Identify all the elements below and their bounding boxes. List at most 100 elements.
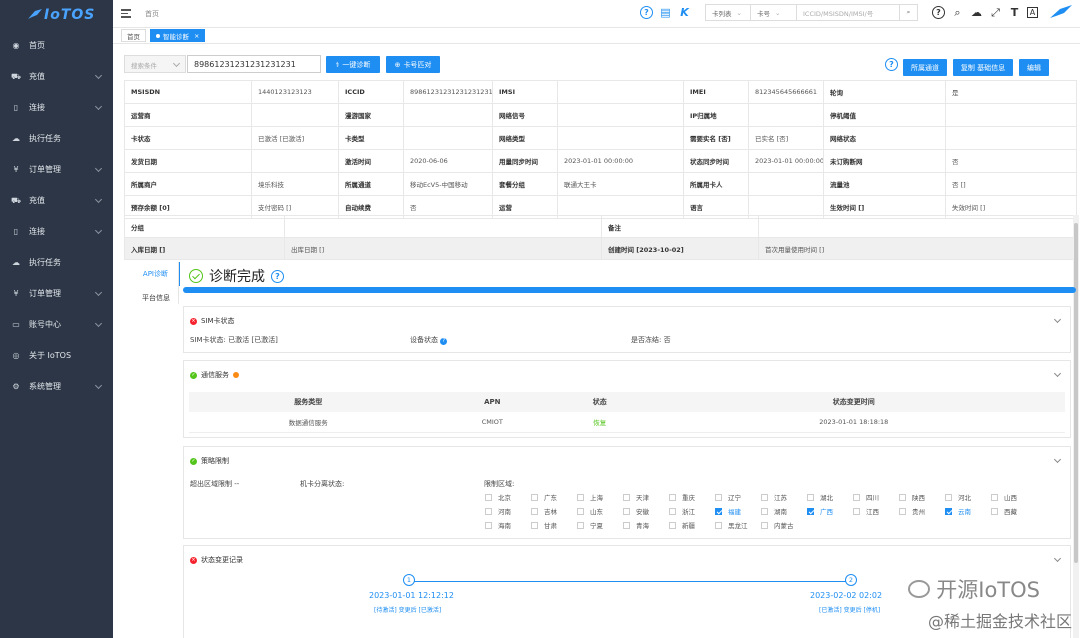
region-checkbox[interactable]: 天津 [623,492,669,502]
question-icon[interactable]: ? [932,6,945,19]
checkbox-icon[interactable] [853,507,860,515]
checkbox-icon[interactable] [669,507,676,515]
region-checkbox[interactable]: 浙江 [669,506,715,516]
checkbox-icon[interactable] [623,493,630,501]
chevron-down-icon[interactable] [1053,369,1062,378]
close-icon[interactable]: × [194,32,199,40]
checkbox-icon[interactable] [485,493,492,501]
region-checkbox[interactable]: 湖南 [761,506,807,516]
checkbox-icon[interactable] [945,493,952,501]
region-checkbox[interactable]: 广东 [531,492,577,502]
checkbox-icon[interactable] [761,521,768,529]
checkbox-icon[interactable] [899,507,906,515]
region-checkbox[interactable]: 黑龙江 [715,520,761,530]
help-icon[interactable]: ? [271,269,284,283]
sidebar-item[interactable]: ⛟ 充值 [0,185,113,216]
checkbox-checked-icon[interactable] [715,507,722,515]
checkbox-icon[interactable] [807,493,814,501]
panel-header[interactable]: × SIM卡状态 [190,316,235,326]
sidebar-item[interactable]: ☁ 执行任务 [0,247,113,278]
region-checkbox[interactable]: 上海 [577,492,623,502]
region-checkbox[interactable]: 西藏 [991,506,1037,516]
sidebar-item[interactable]: ⚙ 系统管理 [0,371,113,402]
region-checkbox[interactable]: 贵州 [899,506,945,516]
one-key-diagnose-button[interactable]: ⚕ 一键诊断 [326,56,380,73]
side-tab-platform[interactable]: 平台信息 [124,286,180,310]
scrollbar[interactable] [1073,215,1079,638]
checkbox-icon[interactable] [853,493,860,501]
region-checkbox[interactable]: 山西 [991,492,1037,502]
checkbox-icon[interactable] [991,507,998,515]
chevron-down-icon[interactable] [1053,315,1062,324]
checkbox-icon[interactable] [531,493,538,501]
document-icon[interactable]: ▤ [659,6,672,19]
scrollbar-thumb[interactable] [1074,223,1078,563]
breadcrumb[interactable]: 首页 [145,9,159,19]
checkbox-icon[interactable] [715,493,722,501]
checkbox-icon[interactable] [577,521,584,529]
sidebar-item[interactable]: ◎ 关于 IoTOS [0,340,113,371]
sidebar-item[interactable]: ◉ 首页 [0,30,113,61]
tab-home[interactable]: 首页 [121,29,146,42]
checkbox-icon[interactable] [899,493,906,501]
translate-icon[interactable]: A [1027,7,1038,18]
k-brand-icon[interactable]: K [678,6,691,19]
region-checkbox[interactable]: 甘肃 [531,520,577,530]
text-size-icon[interactable]: T [1008,6,1021,19]
region-checkbox[interactable]: 新疆 [669,520,715,530]
checkbox-icon[interactable] [485,507,492,515]
search-button[interactable]: ⌕ [900,4,918,21]
region-checkbox[interactable]: 重庆 [669,492,715,502]
region-checkbox[interactable]: 河南 [485,506,531,516]
checkbox-icon[interactable] [669,521,676,529]
checkbox-icon[interactable] [623,507,630,515]
checkbox-icon[interactable] [577,507,584,515]
region-checkbox[interactable]: 宁夏 [577,520,623,530]
help-icon[interactable]: ? [640,6,653,19]
region-checkbox[interactable]: 海南 [485,520,531,530]
region-checkbox[interactable]: 福建 [715,506,761,516]
region-checkbox[interactable]: 江西 [853,506,899,516]
panel-header[interactable]: ✓ 策略限制 [190,456,229,466]
region-checkbox[interactable]: 山东 [577,506,623,516]
search-icon[interactable]: ⌕ [951,6,964,20]
avatar-bird-icon[interactable] [1050,4,1072,21]
edit-button[interactable]: 编辑 [1019,59,1049,76]
checkbox-icon[interactable] [485,521,492,529]
region-checkbox[interactable]: 湖北 [807,492,853,502]
region-checkbox[interactable]: 安徽 [623,506,669,516]
region-checkbox[interactable]: 北京 [485,492,531,502]
checkbox-icon[interactable] [761,507,768,515]
sidebar-item[interactable]: ☁ 执行任务 [0,123,113,154]
sidebar-item[interactable]: ▯ 连接 [0,216,113,247]
card-no-select[interactable]: 卡号 ⌄ [751,4,797,21]
side-tab-api[interactable]: API诊断 [124,262,180,286]
fullscreen-icon[interactable]: ⤢ [989,6,1002,20]
checkbox-icon[interactable] [715,521,722,529]
region-checkbox[interactable]: 河北 [945,492,991,502]
region-checkbox[interactable]: 四川 [853,492,899,502]
region-checkbox[interactable]: 内蒙古 [761,520,807,530]
checkbox-icon[interactable] [531,521,538,529]
chevron-down-icon[interactable] [1053,455,1062,464]
logo[interactable]: IoTOS [0,0,113,30]
checkbox-icon[interactable] [761,493,768,501]
sidebar-item[interactable]: ▯ 连接 [0,92,113,123]
help-icon[interactable]: ? [885,58,898,71]
region-checkbox[interactable]: 陕西 [899,492,945,502]
checkbox-icon[interactable] [991,493,998,501]
card-match-button[interactable]: ⊕ 卡号匹对 [386,56,440,73]
region-checkbox[interactable]: 江苏 [761,492,807,502]
card-type-select[interactable]: 卡列表 ⌄ [705,4,751,21]
checkbox-icon[interactable] [669,493,676,501]
sidebar-item[interactable]: ¥ 订单管理 [0,154,113,185]
region-checkbox[interactable]: 广西 [807,506,853,516]
region-checkbox[interactable]: 辽宁 [715,492,761,502]
checkbox-checked-icon[interactable] [807,507,814,515]
channel-button[interactable]: 所属通道 [903,59,947,76]
iccid-input[interactable]: 89861231231231231231 [187,55,321,73]
sidebar-item[interactable]: ⛟ 充值 [0,61,113,92]
region-checkbox[interactable]: 青海 [623,520,669,530]
panel-header[interactable]: × 状态变更记录 [190,555,243,565]
copy-basic-info-button[interactable]: 复制 基础信息 [953,59,1013,76]
